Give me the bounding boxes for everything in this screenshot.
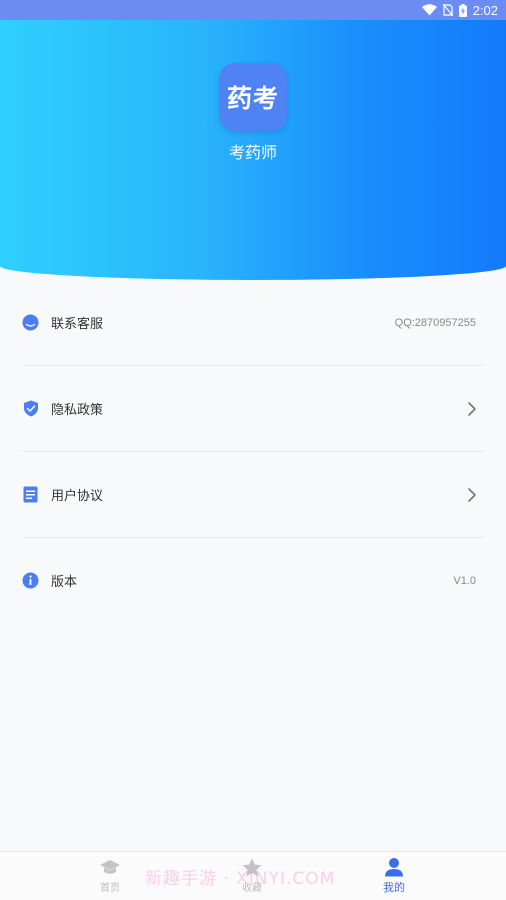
menu-item-customer-service[interactable]: 联系客服 QQ:2870957255 <box>22 280 484 366</box>
chat-bubble-icon <box>22 314 39 331</box>
star-icon <box>242 858 262 877</box>
tab-mine[interactable]: 我的 <box>364 852 424 900</box>
menu-item-label: 版本 <box>51 575 78 590</box>
menu-item-label: 联系客服 <box>51 317 104 332</box>
tab-favorites[interactable]: 收藏 <box>222 852 282 900</box>
battery-charging-icon <box>458 3 467 17</box>
document-icon <box>22 486 39 503</box>
graduation-cap-icon <box>100 859 120 874</box>
settings-menu: 联系客服 QQ:2870957255 隐私政策 用户协议 版本 V1.0 <box>0 280 506 623</box>
chevron-right-icon <box>468 487 476 506</box>
status-bar: 2:02 <box>0 0 506 20</box>
bottom-tab-bar: 首页 收藏 我的 <box>0 851 506 900</box>
menu-item-label: 隐私政策 <box>51 403 104 418</box>
shield-check-icon <box>22 400 39 417</box>
menu-item-privacy-policy[interactable]: 隐私政策 <box>22 366 484 452</box>
user-icon <box>385 858 403 877</box>
menu-item-value: QQ:2870957255 <box>394 316 476 329</box>
tab-label: 收藏 <box>242 883 262 894</box>
chevron-right-icon <box>468 401 476 420</box>
menu-item-user-agreement[interactable]: 用户协议 <box>22 452 484 538</box>
profile-header: 药考 考药师 <box>0 20 506 280</box>
app-logo: 药考 <box>219 63 287 131</box>
info-icon <box>22 572 39 589</box>
tab-label: 我的 <box>383 881 405 894</box>
tab-home[interactable]: 首页 <box>80 852 140 900</box>
status-time: 2:02 <box>472 2 498 18</box>
menu-item-version[interactable]: 版本 V1.0 <box>22 538 484 623</box>
menu-item-value: V1.0 <box>453 574 476 587</box>
tab-label: 首页 <box>100 882 120 894</box>
menu-item-label: 用户协议 <box>51 489 104 504</box>
no-sim-icon <box>442 4 453 16</box>
app-name: 考药师 <box>228 143 277 162</box>
wifi-icon <box>421 4 437 16</box>
